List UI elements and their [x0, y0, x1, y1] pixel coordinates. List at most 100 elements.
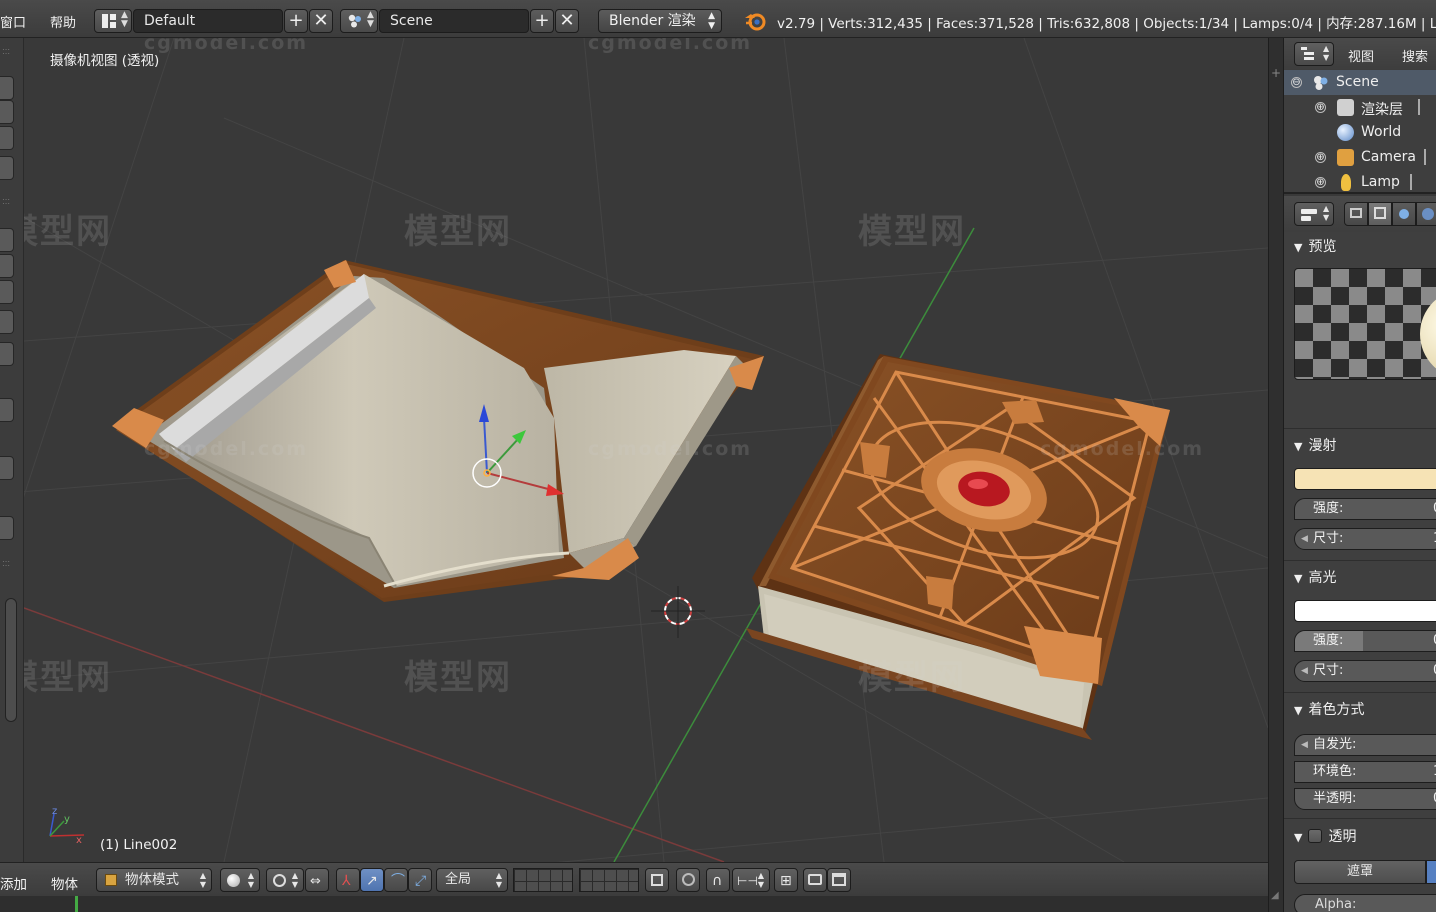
menu-window[interactable]: 窗口	[0, 12, 26, 31]
specular-size-field[interactable]: ◀ 尺寸: 0	[1294, 660, 1436, 682]
transparency-checkbox[interactable]	[1308, 829, 1323, 843]
screen-layout-field[interactable]: Default	[133, 9, 283, 33]
collapse-icon[interactable]: ⊖	[1291, 77, 1302, 88]
scene-layers-group-1[interactable]	[513, 868, 573, 892]
panel-header-preview[interactable]: ▼ 预览	[1294, 236, 1336, 256]
drag-handle-icon[interactable]: ⋯ ⋯	[2, 196, 14, 208]
shading-emit-field[interactable]: ◀ 自发光:	[1294, 734, 1436, 756]
rotate-manipulator-button[interactable]: ⌒	[384, 868, 408, 892]
tool-tab-10[interactable]	[0, 398, 14, 422]
outliner-menu-search[interactable]: 搜索	[1402, 46, 1428, 65]
watermark-text: 模型网	[858, 212, 966, 252]
delete-scene-button[interactable]: ✕	[555, 9, 579, 33]
tab-world[interactable]	[1416, 202, 1436, 226]
timeline-strip[interactable]	[0, 896, 1268, 912]
scene-field[interactable]: Scene	[379, 9, 529, 33]
render-engine-select[interactable]: Blender 渲染 ▲ ▼	[598, 9, 722, 33]
manipulator-toggle[interactable]: ⇔	[305, 868, 329, 892]
panel-header-shading[interactable]: ▼ 着色方式	[1294, 699, 1364, 719]
open-book-model[interactable]	[112, 260, 764, 602]
scene-statistics: v2.79 | Verts:312,435 | Faces:371,528 | …	[777, 16, 1436, 32]
tool-tab-5[interactable]	[0, 228, 14, 252]
diffuse-intensity-field[interactable]: 强度: 0	[1294, 498, 1436, 520]
outliner-item-camera[interactable]: ⊕ Camera	[1284, 145, 1436, 170]
scale-manipulator-button[interactable]: ⤢	[408, 868, 432, 892]
outliner-item-render-layers[interactable]: ⊕ 渲染层	[1284, 95, 1436, 120]
decrement-arrow-icon[interactable]: ◀	[1301, 735, 1308, 755]
scene-layers-group-2[interactable]	[579, 868, 639, 892]
decrement-arrow-icon[interactable]: ◀	[1301, 529, 1308, 549]
viewport-shading-select[interactable]: ▲ ▼	[220, 868, 260, 892]
tab-render[interactable]	[1344, 202, 1368, 226]
panel-header-transparency[interactable]: ▼ 透明	[1294, 826, 1356, 846]
outliner-item-world[interactable]: World	[1284, 120, 1436, 145]
expand-icon[interactable]: ⊕	[1315, 102, 1326, 113]
add-scene-button[interactable]: +	[530, 9, 554, 33]
lock-layers-button[interactable]	[645, 868, 669, 892]
plus-icon[interactable]: +	[1271, 66, 1281, 80]
opengl-render-animation-button[interactable]	[827, 868, 851, 892]
tab-render-layers[interactable]	[1368, 202, 1392, 226]
menu-add[interactable]: 添加	[0, 873, 27, 893]
drag-handle-icon[interactable]: ◢	[1271, 890, 1279, 901]
shading-translucency-field[interactable]: 半透明: 0	[1294, 788, 1436, 810]
translate-manipulator-button[interactable]: ⅄	[336, 868, 360, 892]
area-splitter[interactable]: + ◢	[1268, 38, 1284, 912]
updown-arrow-icon: ▲ ▼	[495, 871, 502, 889]
specular-intensity-field[interactable]: 强度: 0	[1294, 630, 1436, 652]
shading-ambient-field[interactable]: 环境色: 1	[1294, 761, 1436, 783]
snap-element-select[interactable]: ⊢⊣ ▲ ▼	[732, 868, 770, 892]
3d-viewport[interactable]: z y x 摄像机视图 (透视) (1) Line002 模型网 模型网 模型网…	[24, 38, 1268, 862]
tool-shelf-scrollbar[interactable]	[5, 598, 17, 722]
menu-help[interactable]: 帮助	[50, 12, 76, 31]
field-label: 半透明:	[1313, 791, 1357, 806]
mask-button[interactable]: 遮罩	[1294, 860, 1426, 884]
snap-target-button[interactable]: ⊞	[774, 868, 798, 892]
tool-tab-4[interactable]	[0, 156, 14, 180]
diffuse-color-swatch[interactable]	[1294, 468, 1436, 490]
panel-collapse-icon: ▼	[1294, 241, 1303, 254]
add-screen-button[interactable]: +	[284, 9, 308, 33]
watermark-text: 模型网	[24, 658, 112, 698]
tool-tab-12[interactable]	[0, 516, 14, 540]
pivot-point-select[interactable]: ▲ ▼	[266, 868, 304, 892]
scene-picker[interactable]: ▲ ▼	[340, 9, 378, 33]
interaction-mode-select[interactable]: 物体模式 ▲ ▼	[96, 868, 212, 892]
tool-tab-7[interactable]	[0, 280, 14, 304]
alpha-field[interactable]: Alpha:	[1294, 894, 1436, 912]
outliner-menu-view[interactable]: 视图	[1348, 46, 1374, 65]
tool-tab-1[interactable]	[0, 76, 14, 100]
move-manipulator-button[interactable]: ↗	[360, 868, 384, 892]
z-transparency-button[interactable]	[1426, 860, 1436, 884]
delete-screen-button[interactable]: ✕	[309, 9, 333, 33]
tab-scene[interactable]	[1392, 202, 1416, 226]
tool-tab-9[interactable]	[0, 342, 14, 366]
updown-arrow-icon: ▲ ▼	[121, 10, 128, 29]
expand-icon[interactable]: ⊕	[1315, 177, 1326, 188]
tool-tab-11[interactable]	[0, 456, 14, 480]
proportional-edit-button[interactable]	[676, 868, 700, 892]
tool-tab-2[interactable]	[0, 100, 14, 124]
tool-tab-3[interactable]	[0, 126, 14, 150]
screen-layout-picker[interactable]: ▲ ▼	[94, 9, 132, 33]
tool-tab-8[interactable]	[0, 310, 14, 334]
scale-icon: ⤢	[415, 873, 427, 889]
panel-header-diffuse[interactable]: ▼ 漫射	[1294, 435, 1336, 455]
tool-tab-6[interactable]	[0, 254, 14, 278]
expand-icon[interactable]: ⊕	[1315, 152, 1326, 163]
drag-handle-icon[interactable]: ⋯ ⋯	[2, 46, 14, 58]
diffuse-size-field[interactable]: ◀ 尺寸: 1	[1294, 528, 1436, 550]
opengl-render-button[interactable]	[803, 868, 827, 892]
outliner-item-lamp[interactable]: ⊕ Lamp	[1284, 170, 1436, 192]
transform-orientation-select[interactable]: 全局 ▲ ▼	[436, 868, 508, 892]
panel-header-specular[interactable]: ▼ 高光	[1294, 567, 1336, 587]
editor-type-picker[interactable]: ▲ ▼	[1294, 42, 1334, 66]
menu-object[interactable]: 物体	[51, 873, 78, 893]
editor-type-picker[interactable]: ▲ ▼	[1294, 202, 1334, 226]
specular-color-swatch[interactable]	[1294, 600, 1436, 622]
snap-toggle-button[interactable]: ∩	[706, 868, 730, 892]
outliner-item-scene[interactable]: ⊖ Scene	[1284, 70, 1436, 95]
drag-handle-icon[interactable]: ⋯ ⋯	[2, 558, 14, 570]
current-frame-marker[interactable]	[75, 896, 78, 912]
decrement-arrow-icon[interactable]: ◀	[1301, 661, 1308, 681]
